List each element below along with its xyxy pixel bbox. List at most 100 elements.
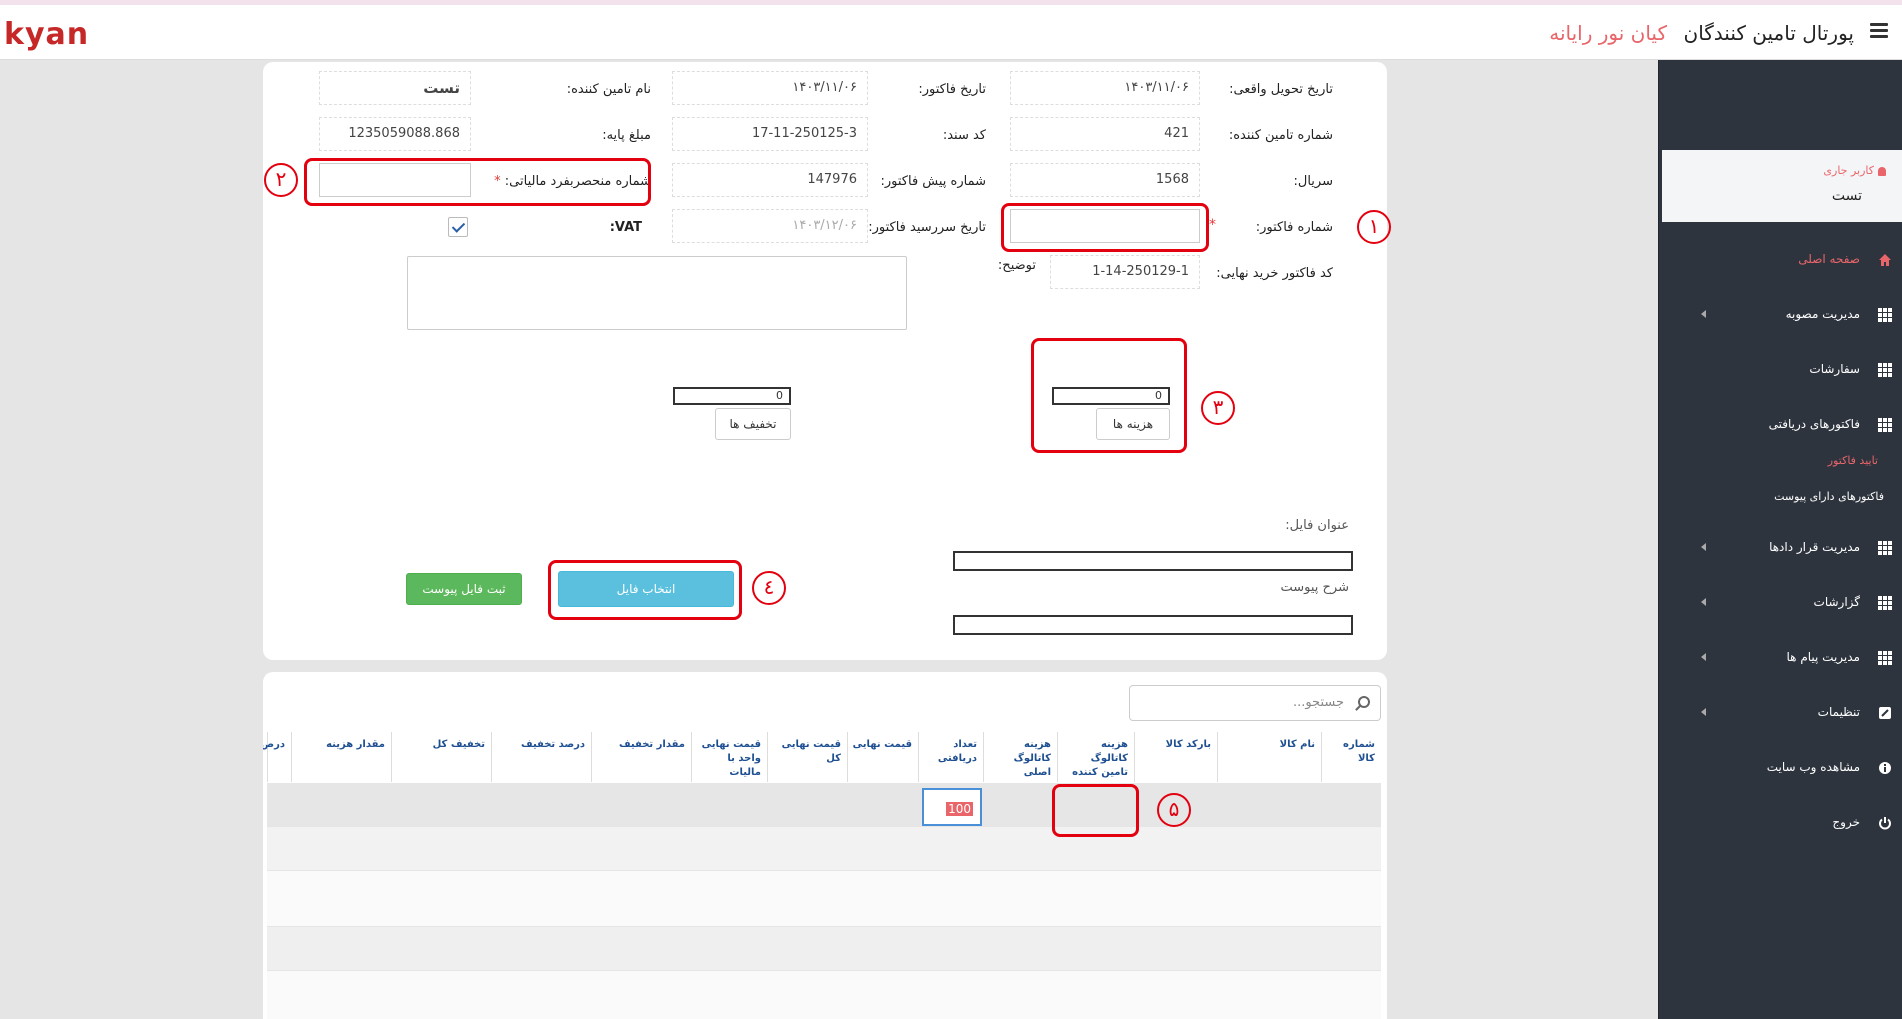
annotation-number: ۲ <box>264 163 298 197</box>
serial-label: سریال: <box>1293 174 1333 189</box>
table-row[interactable] <box>267 871 1381 927</box>
table-row[interactable] <box>267 827 1381 871</box>
grid-icon <box>1878 418 1892 432</box>
submit-attachment-button[interactable]: ثبت فایل پیوست <box>406 573 522 605</box>
delivery-date-field[interactable]: ۱۴۰۳/۱۱/۰۶ <box>1010 71 1200 105</box>
invoice-number-label: شماره فاکتور: <box>1255 220 1333 235</box>
annotation-number: ۵ <box>1157 793 1191 827</box>
sidebar-item-received-invoices[interactable]: فاکتورهای دریافتی <box>1662 411 1902 441</box>
annotation-number: ۱ <box>1357 210 1391 244</box>
user-icon <box>1878 166 1886 176</box>
column-header[interactable]: تعداد دریافتی <box>918 732 983 782</box>
sidebar-item-settings[interactable]: تنظیمات <box>1662 699 1902 729</box>
vat-checkbox[interactable] <box>448 217 468 237</box>
column-header[interactable]: هزینه کاتالوگ اصلی <box>983 732 1057 782</box>
annotation-box-costs <box>1031 338 1187 453</box>
sidebar-item-contracts[interactable]: مدیریت قرار دادها <box>1662 534 1902 564</box>
column-header[interactable]: درصد تخفیف <box>491 732 591 782</box>
description-textarea[interactable] <box>407 256 907 330</box>
current-user-name: تست <box>1831 188 1862 204</box>
base-amount-field[interactable]: 1235059088.868 <box>319 117 471 151</box>
grid-icon <box>1878 651 1892 665</box>
table-search-input[interactable]: جستجو... <box>1129 685 1381 721</box>
grid-icon <box>1878 596 1892 610</box>
annotation-number: ۳ <box>1201 391 1235 425</box>
invoice-number-required-mark: * <box>1209 217 1216 233</box>
caret-left-icon <box>1701 310 1706 318</box>
serial-field[interactable]: 1568 <box>1010 163 1200 197</box>
file-title-input[interactable] <box>953 551 1353 571</box>
grid-icon <box>1878 541 1892 555</box>
sidebar-item-messages[interactable]: مدیریت پیام ها <box>1662 644 1902 674</box>
doc-code-field[interactable]: 17-11-250125-3 <box>672 117 868 151</box>
invoice-date-field[interactable]: ۱۴۰۳/۱۱/۰۶ <box>672 71 868 105</box>
invoice-date-label: تاریخ فاکتور: <box>918 82 986 97</box>
caret-left-icon <box>1701 653 1706 661</box>
due-date-field[interactable]: ۱۴۰۳/۱۲/۰۶ <box>672 209 868 243</box>
sidebar-item-home[interactable]: صفحه اصلی <box>1662 246 1902 276</box>
final-code-field[interactable]: 1-14-250129-1 <box>1050 255 1200 289</box>
vat-label: VAT: <box>609 220 642 235</box>
column-header[interactable]: شماره کالا <box>1321 732 1381 782</box>
column-header[interactable]: تخفیف کل <box>391 732 491 782</box>
power-icon <box>1879 817 1891 830</box>
annotation-box-tax-id <box>304 158 651 206</box>
doc-code-label: کد سند: <box>942 128 986 143</box>
discounts-button[interactable]: تخفیف ها <box>715 408 791 440</box>
attachment-description-input[interactable] <box>953 615 1353 635</box>
supplier-number-label: شماره تامین کننده: <box>1228 128 1333 143</box>
base-amount-label: مبلغ پایه: <box>602 128 651 143</box>
sidebar-subitem-attached-invoices[interactable]: فاکتورهای دارای پیوست <box>1662 486 1902 510</box>
sidebar-item-reports[interactable]: گزارشات <box>1662 589 1902 619</box>
table-row[interactable] <box>267 971 1381 1019</box>
column-header[interactable]: قیمت نهایی واحد با مالیات <box>691 732 767 782</box>
company-name: کیان نور رایانه <box>1549 21 1667 45</box>
table-row[interactable] <box>267 927 1381 971</box>
column-header[interactable]: قیمت نهایی کل <box>767 732 847 782</box>
sidebar-item-website[interactable]: مشاهده وب سایت <box>1662 754 1902 784</box>
info-icon <box>1879 762 1891 774</box>
supplier-number-field[interactable]: 421 <box>1010 117 1200 151</box>
supplier-catalog-cost-edit-cell[interactable]: 100 <box>922 788 982 826</box>
proforma-number-label: شماره پیش فاکتور: <box>880 174 987 189</box>
discounts-value-field[interactable]: 0 <box>673 387 791 405</box>
annotation-box-edit-cell <box>1052 784 1139 837</box>
attachment-description-label: شرح پیوست <box>1280 580 1349 595</box>
column-header[interactable]: مقدار هزینه <box>291 732 391 782</box>
description-label: توضیح: <box>997 258 1036 273</box>
caret-left-icon <box>1701 543 1706 551</box>
supplier-catalog-cost-value[interactable]: 100 <box>946 802 973 816</box>
hamburger-menu-icon[interactable] <box>1870 23 1888 39</box>
final-code-label: کد فاکتور خرید نهایی: <box>1216 266 1333 281</box>
column-header[interactable]: درص <box>263 732 291 782</box>
portal-title: پورتال تامین کنندگان <box>1683 21 1855 45</box>
grid-icon <box>1878 363 1892 377</box>
supplier-name-label: نام تامین کننده: <box>566 82 651 97</box>
sidebar-item-logout[interactable]: خروج <box>1662 809 1902 839</box>
sidebar: کاربر جاری تست صفحه اصلی مدیریت مصوبه سف… <box>1658 60 1902 1019</box>
sidebar-item-orders[interactable]: سفارشات <box>1662 356 1902 386</box>
due-date-label: تاریخ سررسید فاکتور: <box>868 220 986 235</box>
column-header[interactable]: هزینه کاتالوگ تامین کننده <box>1057 732 1134 782</box>
annotation-box-choose-file <box>548 560 742 620</box>
current-user-label: کاربر جاری <box>1823 164 1886 177</box>
column-header[interactable]: نام کالا <box>1217 732 1321 782</box>
edit-icon <box>1879 707 1891 719</box>
sidebar-subitem-confirm-invoice[interactable]: تایید فاکتور <box>1662 450 1902 474</box>
column-header[interactable]: مقدار تخفیف <box>591 732 691 782</box>
column-header[interactable]: بارکد کالا <box>1134 732 1217 782</box>
grid-icon <box>1878 308 1892 322</box>
kyan-logo[interactable]: kyan <box>4 17 89 52</box>
sidebar-item-approvals[interactable]: مدیریت مصوبه <box>1662 301 1902 331</box>
table-row[interactable] <box>267 783 1381 827</box>
top-bar: kyan کیان نور رایانه پورتال تامین کنندگا… <box>0 0 1902 60</box>
invoice-form-panel: تاریخ تحویل واقعی: ۱۴۰۳/۱۱/۰۶ تاریخ فاکت… <box>263 62 1387 660</box>
supplier-name-field[interactable]: تست <box>319 71 471 105</box>
proforma-number-field[interactable]: 147976 <box>672 163 868 197</box>
column-header[interactable]: قیمت نهایی <box>847 732 918 782</box>
annotation-box-invoice-number <box>1001 203 1209 252</box>
annotation-number: ٤ <box>752 571 786 605</box>
current-user-box: کاربر جاری تست <box>1662 150 1902 222</box>
file-title-label: عنوان فایل: <box>1285 518 1349 533</box>
caret-left-icon <box>1701 598 1706 606</box>
